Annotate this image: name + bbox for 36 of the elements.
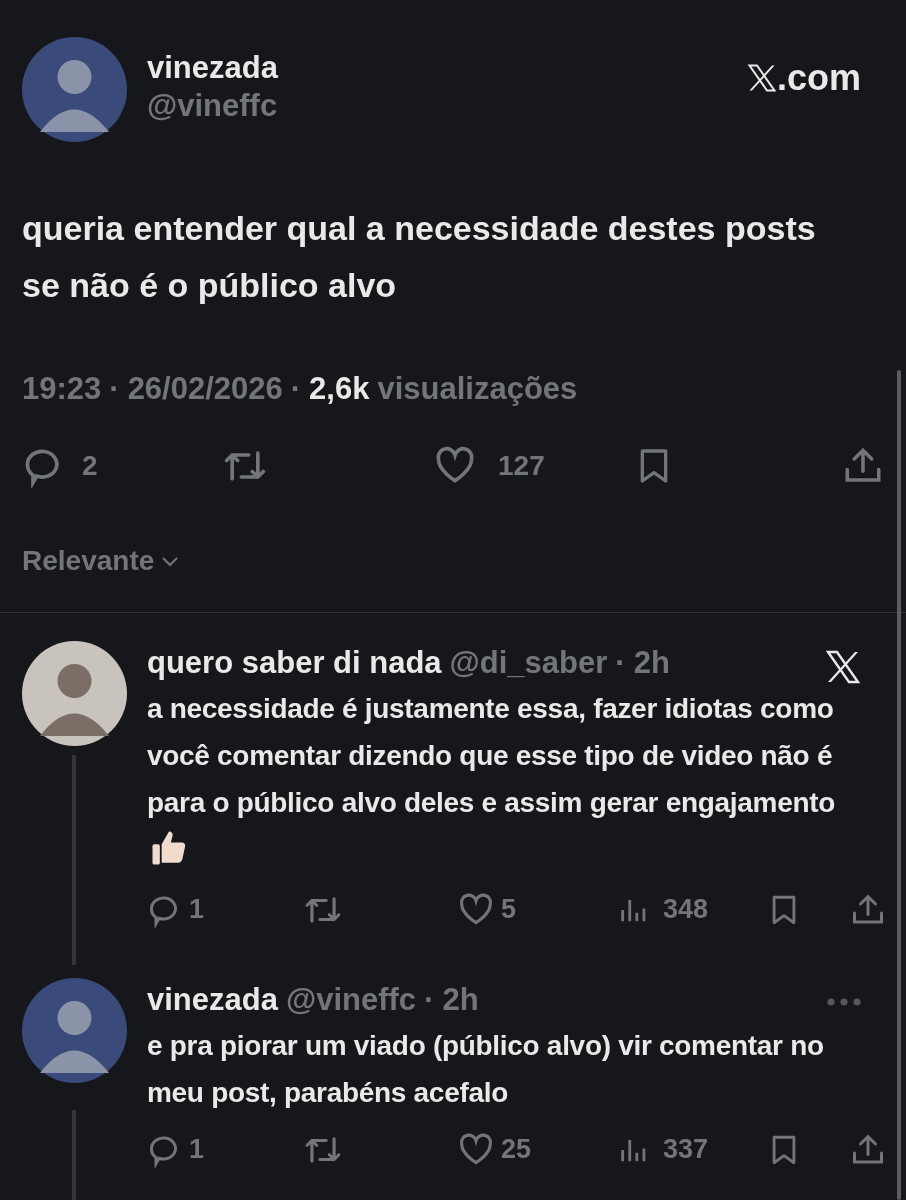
post-time[interactable]: 19:23 [22, 366, 102, 413]
reply-count: 2 [82, 448, 98, 483]
post-age[interactable]: 2h [633, 640, 670, 685]
user-handle[interactable]: @vineffc [147, 87, 747, 125]
reply-text: a necessidade é justamente essa, fazer idiotas como você comentar dizendo que esse tipo de video não é para o público alvo deles e assim gerar engajamento [147, 684, 861, 876]
like-count: 127 [498, 448, 545, 483]
view-count: 348 [663, 893, 709, 927]
like-count: 5 [501, 893, 517, 927]
like-count: 25 [501, 1133, 532, 1167]
post-date[interactable]: 26/02/2026 [127, 366, 283, 413]
post-age[interactable]: 2h [442, 977, 479, 1022]
post-text: queria entender qual a necessidade destes posts se não é o público alvo [22, 208, 817, 306]
scrollbar[interactable] [897, 370, 901, 1200]
view-count: 2,6k [309, 370, 370, 408]
user-handle[interactable]: @di_saber [449, 640, 608, 685]
avatar[interactable] [22, 37, 127, 142]
avatar[interactable] [22, 640, 127, 746]
avatar[interactable] [22, 977, 127, 1083]
separator-dot: · [109, 370, 120, 408]
reply-count: 1 [189, 1133, 205, 1167]
sort-dropdown[interactable]: Relevante [22, 539, 181, 582]
separator-dot: · [290, 370, 302, 408]
views-label: visualizações [377, 370, 578, 408]
separator-dot: · [615, 643, 626, 682]
more-icon[interactable] [827, 997, 861, 1006]
separator-dot: · [424, 980, 435, 1019]
reply-count: 1 [189, 893, 205, 927]
display-name[interactable]: quero saber di nada [147, 640, 442, 685]
x-logo-icon[interactable] [825, 648, 861, 685]
reply-text: e pra piorar um viado (público alvo) vir comentar no meu post, parabéns acefalo [147, 1028, 825, 1110]
x-logo-icon[interactable] [746, 63, 777, 93]
site-label: .com [776, 56, 861, 100]
view-count: 337 [663, 1133, 709, 1167]
display-name[interactable]: vinezada [147, 977, 278, 1022]
user-handle[interactable]: @vineffc [285, 977, 417, 1022]
display-name[interactable]: vinezada [147, 49, 747, 87]
